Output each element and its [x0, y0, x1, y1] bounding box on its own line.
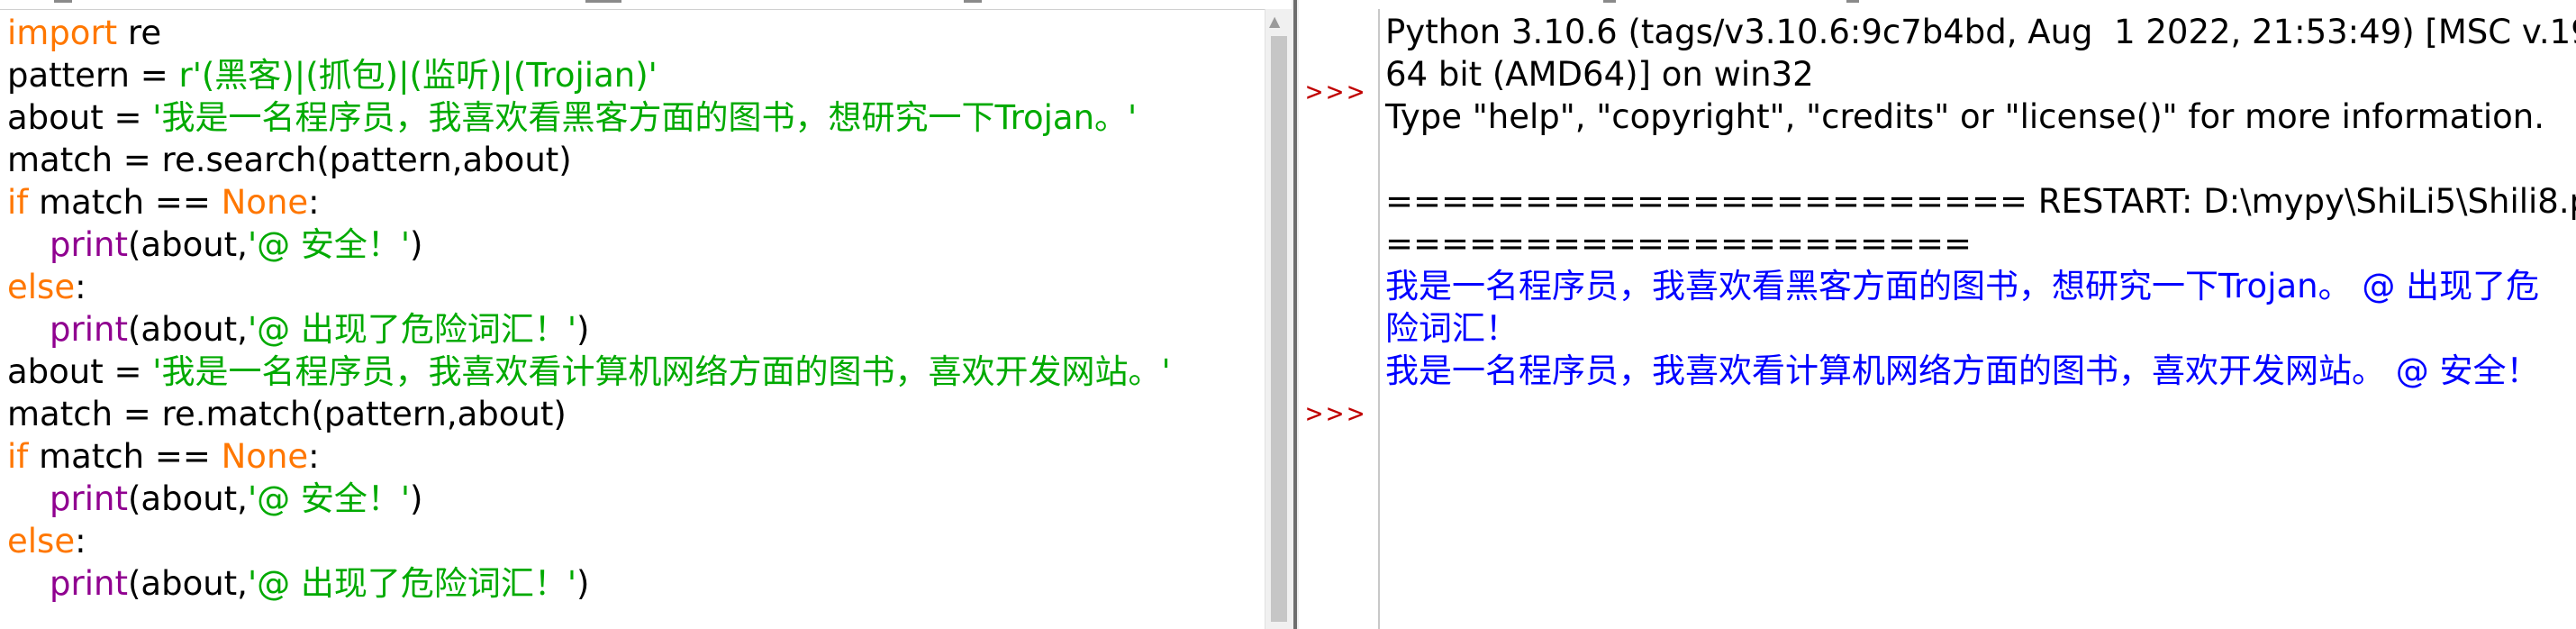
keyword-token: if	[7, 183, 29, 222]
code-line: else:	[7, 266, 86, 308]
shell-banner-line: Type "help", "copyright", "credits" or "…	[1385, 97, 2544, 136]
string-token: '我是一名程序员，我喜欢看计算机网络方面的图书，喜欢开发网站。'	[152, 352, 1171, 391]
shell-stdout-line: 险词汇！	[1385, 309, 1519, 348]
scroll-up-arrow-icon[interactable]: ▲	[1269, 14, 1280, 29]
code-token: )	[576, 310, 590, 349]
editor-scrollbar[interactable]: ▲	[1265, 9, 1293, 629]
code-token: match = re.search(pattern,about)	[7, 141, 572, 179]
code-token: about =	[7, 98, 153, 137]
idle-window: import re pattern = r'(黑客)|(抓包)|(监听)|(Tro…	[0, 0, 2576, 629]
string-token: r'(黑客)|(抓包)|(监听)|(Trojian)'	[178, 56, 658, 95]
string-token: '@ 安全！'	[247, 225, 411, 264]
pane-splitter[interactable]	[1292, 0, 1299, 629]
code-line: match = re.search(pattern,about)	[7, 139, 572, 181]
code-line: else:	[7, 520, 86, 562]
code-token: (about,	[127, 479, 248, 518]
code-token: pattern =	[7, 56, 179, 95]
shell-stdout-line: 我是一名程序员，我喜欢看计算机网络方面的图书，喜欢开发网站。 @ 安全！	[1385, 351, 2540, 390]
code-line: print(about,'@ 安全！')	[7, 478, 422, 520]
code-line: import re	[7, 12, 161, 54]
string-token: '@ 出现了危险词汇！'	[247, 310, 577, 349]
code-token: )	[576, 564, 590, 603]
shell-restart-line: ======================= RESTART: D:\mypy…	[1385, 182, 2576, 221]
code-token: :	[308, 437, 320, 476]
shell-prompt: >>>	[1306, 398, 1369, 430]
code-line: about = '我是一名程序员，我喜欢看计算机网络方面的图书，喜欢开发网站。'	[7, 351, 1171, 393]
builtin-token: print	[50, 479, 128, 518]
code-line: print(about,'@ 出现了危险词汇！')	[7, 308, 589, 351]
code-line: match = re.match(pattern,about)	[7, 393, 567, 435]
builtin-token: print	[50, 225, 128, 264]
top-edge-mark	[54, 0, 72, 3]
splitter-line	[1293, 0, 1297, 629]
code-token: match ==	[28, 183, 222, 222]
code-editor[interactable]: import re pattern = r'(黑客)|(抓包)|(监听)|(Tro…	[0, 9, 1265, 629]
code-line: about = '我是一名程序员，我喜欢看黑客方面的图书，想研究一下Trojan…	[7, 96, 1137, 139]
string-token: '我是一名程序员，我喜欢看黑客方面的图书，想研究一下Trojan。'	[152, 98, 1138, 137]
keyword-token: else	[7, 268, 76, 306]
top-edge-mark	[964, 0, 982, 3]
shell-banner-line: Python 3.10.6 (tags/v3.10.6:9c7b4bd, Aug…	[1385, 13, 2576, 51]
top-edge-mark	[1603, 0, 1616, 3]
code-token: )	[410, 479, 423, 518]
code-line: print(about,'@ 出现了危险词汇！')	[7, 562, 589, 605]
code-line: pattern = r'(黑客)|(抓包)|(监听)|(Trojian)'	[7, 54, 658, 96]
code-line: if match == None:	[7, 435, 320, 478]
string-token: '@ 出现了危险词汇！'	[247, 564, 577, 603]
shell-prompt-gutter: >>> >>>	[1299, 9, 1380, 629]
shell-restart-line: =====================	[1385, 224, 1973, 263]
shell-stdout-line: 我是一名程序员，我喜欢看黑客方面的图书，想研究一下Trojan。 @ 出现了危	[1385, 267, 2540, 305]
code-token: match ==	[28, 437, 222, 476]
keyword-token: None	[221, 183, 309, 222]
code-token: (about,	[127, 564, 248, 603]
builtin-token: print	[50, 310, 128, 349]
code-token: about =	[7, 352, 153, 391]
top-edge-mark	[1846, 0, 1859, 3]
keyword-token: if	[7, 437, 29, 476]
editor-scrollbar-thumb[interactable]	[1271, 36, 1287, 622]
shell-prompt: >>>	[1306, 77, 1369, 108]
code-token: :	[75, 268, 86, 306]
code-token: :	[308, 183, 320, 222]
window-top-edge	[0, 0, 2576, 9]
code-token: match = re.match(pattern,about)	[7, 395, 567, 433]
shell-output[interactable]: Python 3.10.6 (tags/v3.10.6:9c7b4bd, Aug…	[1380, 9, 2576, 629]
keyword-token: else	[7, 522, 76, 561]
code-token: :	[75, 522, 86, 561]
code-token: )	[410, 225, 423, 264]
code-line: if match == None:	[7, 181, 320, 223]
keyword-token: import	[7, 14, 118, 52]
code-token: (about,	[127, 310, 248, 349]
string-token: '@ 安全！'	[247, 479, 411, 518]
code-token: (about,	[127, 225, 248, 264]
code-token: re	[117, 14, 162, 52]
top-edge-mark	[585, 0, 621, 3]
keyword-token: None	[221, 437, 309, 476]
shell-banner-line: 64 bit (AMD64)] on win32	[1385, 55, 1814, 94]
builtin-token: print	[50, 564, 128, 603]
code-line: print(about,'@ 安全！')	[7, 223, 422, 266]
